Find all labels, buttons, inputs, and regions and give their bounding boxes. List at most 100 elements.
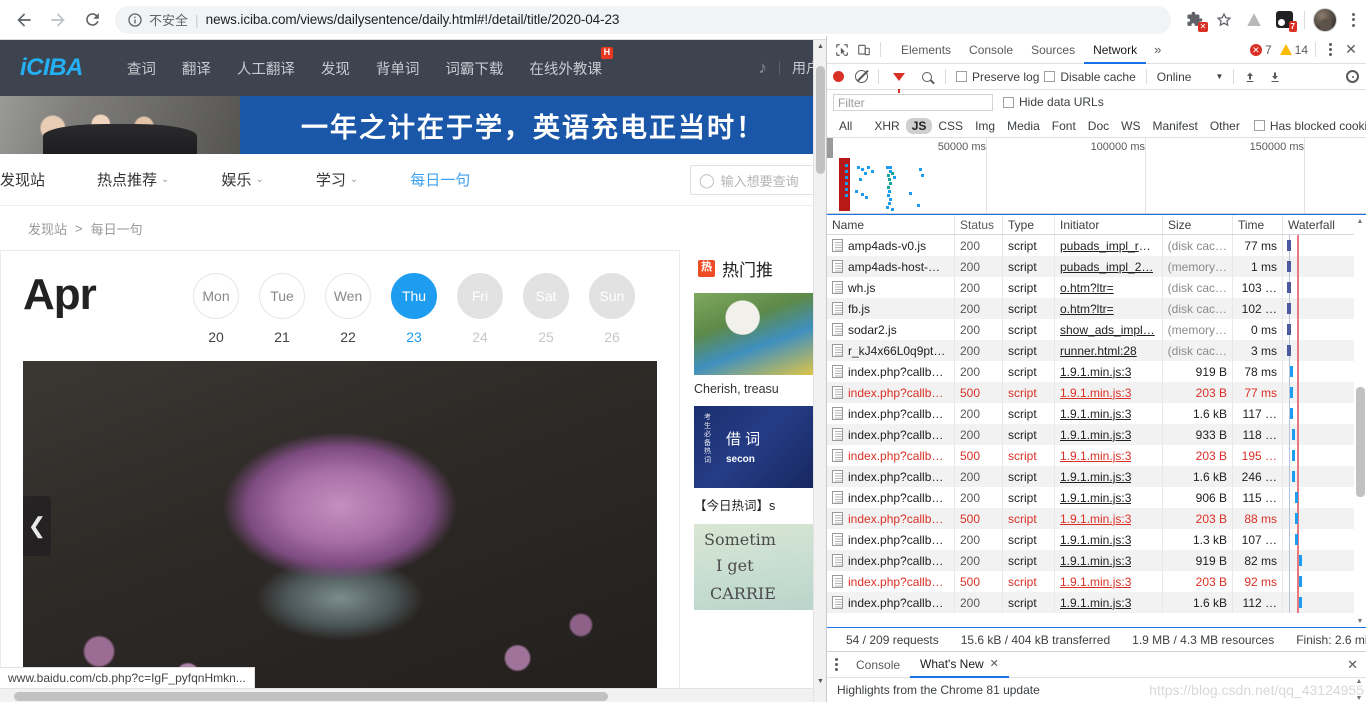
initiator-link[interactable]: 1.9.1.min.js:3	[1060, 596, 1131, 610]
type-filter-other[interactable]: Other	[1204, 118, 1246, 134]
inspect-cursor-icon[interactable]	[831, 39, 853, 61]
music-note-icon[interactable]: ♪	[747, 58, 780, 78]
rail-item-0[interactable]: Cherish, treasu	[694, 293, 824, 396]
type-filter-media[interactable]: Media	[1001, 118, 1046, 134]
table-row[interactable]: index.php?callb… 200 script 1.9.1.min.js:3 1…	[827, 466, 1366, 487]
table-row[interactable]: index.php?callb… 200 script 1.9.1.min.js:3 9…	[827, 424, 1366, 445]
nav-item-0[interactable]: 查词	[127, 58, 156, 79]
initiator-link[interactable]: o.htm?ltr=	[1060, 302, 1114, 316]
table-vscroll-thumb[interactable]	[1355, 387, 1365, 497]
initiator-link[interactable]: 1.9.1.min.js:3	[1060, 386, 1131, 400]
type-filter-js[interactable]: JS	[905, 117, 933, 134]
gear-icon[interactable]	[1346, 70, 1359, 83]
drawer-close-icon[interactable]: ✕	[1347, 657, 1366, 673]
initiator-link[interactable]: o.htm?ltr=	[1060, 281, 1114, 295]
day-cell-sun[interactable]: Sun 26	[589, 273, 635, 345]
initiator-link[interactable]: 1.9.1.min.js:3	[1060, 491, 1131, 505]
type-filter-doc[interactable]: Doc	[1082, 118, 1115, 134]
tab-network[interactable]: Network	[1084, 36, 1147, 64]
table-row[interactable]: index.php?callb… 500 script 1.9.1.min.js:3 2…	[827, 445, 1366, 466]
nav-item-2[interactable]: 人工翻译	[237, 58, 295, 79]
reload-icon[interactable]	[75, 3, 109, 37]
type-filter-manifest[interactable]: Manifest	[1146, 118, 1203, 134]
table-row[interactable]: amp4ads-host-… 200 script pubads_impl_2… (me…	[827, 256, 1366, 277]
avatar[interactable]	[1310, 5, 1340, 35]
initiator-link[interactable]: show_ads_impl…	[1060, 323, 1155, 337]
drawer-tab-whats-new[interactable]: What's New ✕	[910, 652, 1009, 678]
category-item-0[interactable]: 发现站	[0, 169, 45, 190]
table-row[interactable]: index.php?callb… 200 script 1.9.1.min.js:3 9…	[827, 487, 1366, 508]
carousel-prev-arrow[interactable]: ❮	[23, 496, 51, 556]
nav-item-4[interactable]: 背单词	[376, 58, 420, 79]
drawer-menu-icon[interactable]	[833, 658, 846, 671]
table-row[interactable]: index.php?callb… 200 script 1.9.1.min.js:3 9…	[827, 361, 1366, 382]
rail-item-1[interactable]: 考生必备热词 借 词 secon 【今日热词】s	[694, 406, 824, 514]
initiator-link[interactable]: 1.9.1.min.js:3	[1060, 407, 1131, 421]
column-header-type[interactable]: Type	[1003, 215, 1055, 234]
initiator-link[interactable]: 1.9.1.min.js:3	[1060, 428, 1131, 442]
back-arrow-icon[interactable]	[7, 3, 41, 37]
filter-input[interactable]: Filter	[833, 93, 993, 111]
promo-banner[interactable]: 一年之计在于学，英语充电正当时！	[0, 96, 826, 154]
preserve-log-checkbox[interactable]: Preserve log	[956, 70, 1039, 84]
nav-item-6[interactable]: 在线外教课 H	[529, 46, 613, 79]
type-filter-font[interactable]: Font	[1046, 118, 1082, 134]
hide-data-urls-checkbox[interactable]: Hide data URLs	[1003, 95, 1104, 109]
record-button[interactable]	[833, 71, 844, 82]
initiator-link[interactable]: 1.9.1.min.js:3	[1060, 470, 1131, 484]
category-item-4[interactable]: 每日一句	[410, 169, 470, 190]
table-scroll-up-arrow-icon[interactable]: ▲	[1354, 215, 1366, 227]
table-row[interactable]: index.php?callb… 500 script 1.9.1.min.js:3 2…	[827, 382, 1366, 403]
page-vscroll-thumb[interactable]	[816, 66, 825, 174]
drawer-scroll-down-icon[interactable]: ▼	[1356, 695, 1363, 702]
nav-item-1[interactable]: 翻译	[182, 58, 211, 79]
disable-cache-checkbox[interactable]: Disable cache	[1044, 70, 1136, 84]
rail-item-2[interactable]: Sometim I get CARRIE	[694, 524, 824, 610]
drive-triangle-icon[interactable]	[1239, 5, 1269, 35]
forward-arrow-icon[interactable]	[41, 3, 75, 37]
table-row[interactable]: index.php?callb… 200 script 1.9.1.min.js:3 1…	[827, 592, 1366, 613]
day-cell-sat[interactable]: Sat 25	[523, 273, 569, 345]
import-har-icon[interactable]	[1244, 71, 1256, 83]
drawer-tab-close-icon[interactable]: ✕	[990, 651, 999, 677]
initiator-link[interactable]: 1.9.1.min.js:3	[1060, 365, 1131, 379]
has-blocked-cookies-checkbox[interactable]: Has blocked cookies	[1253, 119, 1366, 133]
network-overview[interactable]: 50000 ms 100000 ms 150000 ms	[827, 138, 1366, 214]
column-header-time[interactable]: Time	[1233, 215, 1283, 234]
initiator-link[interactable]: 1.9.1.min.js:3	[1060, 512, 1131, 526]
more-tabs-icon[interactable]: »	[1146, 42, 1169, 57]
three-dot-menu-icon[interactable]	[1340, 5, 1366, 35]
category-item-3[interactable]: 学习 ⌄	[316, 169, 358, 190]
table-row[interactable]: index.php?callb… 200 script 1.9.1.min.js:3 1…	[827, 403, 1366, 424]
table-row[interactable]: index.php?callb… 500 script 1.9.1.min.js:3 2…	[827, 571, 1366, 592]
column-header-name[interactable]: Name	[827, 215, 955, 234]
column-header-initiator[interactable]: Initiator	[1055, 215, 1163, 234]
drawer-tab-console[interactable]: Console	[846, 652, 910, 678]
initiator-link[interactable]: pubads_impl_2…	[1060, 260, 1153, 274]
initiator-link[interactable]: 1.9.1.min.js:3	[1060, 554, 1131, 568]
tab-console[interactable]: Console	[960, 36, 1022, 64]
table-row[interactable]: r_kJ4x66L0q9pt… 200 script runner.html:28 (d…	[827, 340, 1366, 361]
drawer-scrollbar[interactable]: ▲ ▼	[1354, 678, 1364, 702]
tab-elements[interactable]: Elements	[892, 36, 960, 64]
type-filter-css[interactable]: CSS	[932, 118, 969, 134]
clear-icon[interactable]	[855, 70, 868, 83]
overview-left-handle[interactable]	[827, 138, 833, 158]
page-vertical-scrollbar[interactable]: ▲ ▼	[813, 40, 826, 702]
category-item-1[interactable]: 热点推荐 ⌄	[97, 169, 169, 190]
drawer-scroll-up-icon[interactable]: ▲	[1356, 678, 1363, 685]
type-filter-ws[interactable]: WS	[1115, 118, 1146, 134]
day-cell-tue[interactable]: Tue 21	[259, 273, 305, 345]
table-vertical-scrollbar[interactable]: ▲ ▼	[1354, 215, 1366, 627]
initiator-link[interactable]: pubads_impl_re…	[1060, 239, 1157, 253]
table-row[interactable]: amp4ads-v0.js 200 script pubads_impl_re… (di…	[827, 235, 1366, 256]
devtools-menu-icon[interactable]	[1323, 43, 1338, 56]
close-icon[interactable]: ✕	[1340, 39, 1362, 61]
type-filter-all[interactable]: All	[833, 118, 858, 134]
table-row[interactable]: fb.js 200 script o.htm?ltr= (disk cac… 102 …	[827, 298, 1366, 319]
column-header-size[interactable]: Size	[1163, 215, 1233, 234]
table-row[interactable]: index.php?callb… 500 script 1.9.1.min.js:3 2…	[827, 508, 1366, 529]
day-cell-thu[interactable]: Thu 23	[391, 273, 437, 345]
filter-funnel-icon[interactable]	[893, 72, 905, 93]
nav-item-3[interactable]: 发现	[321, 58, 350, 79]
